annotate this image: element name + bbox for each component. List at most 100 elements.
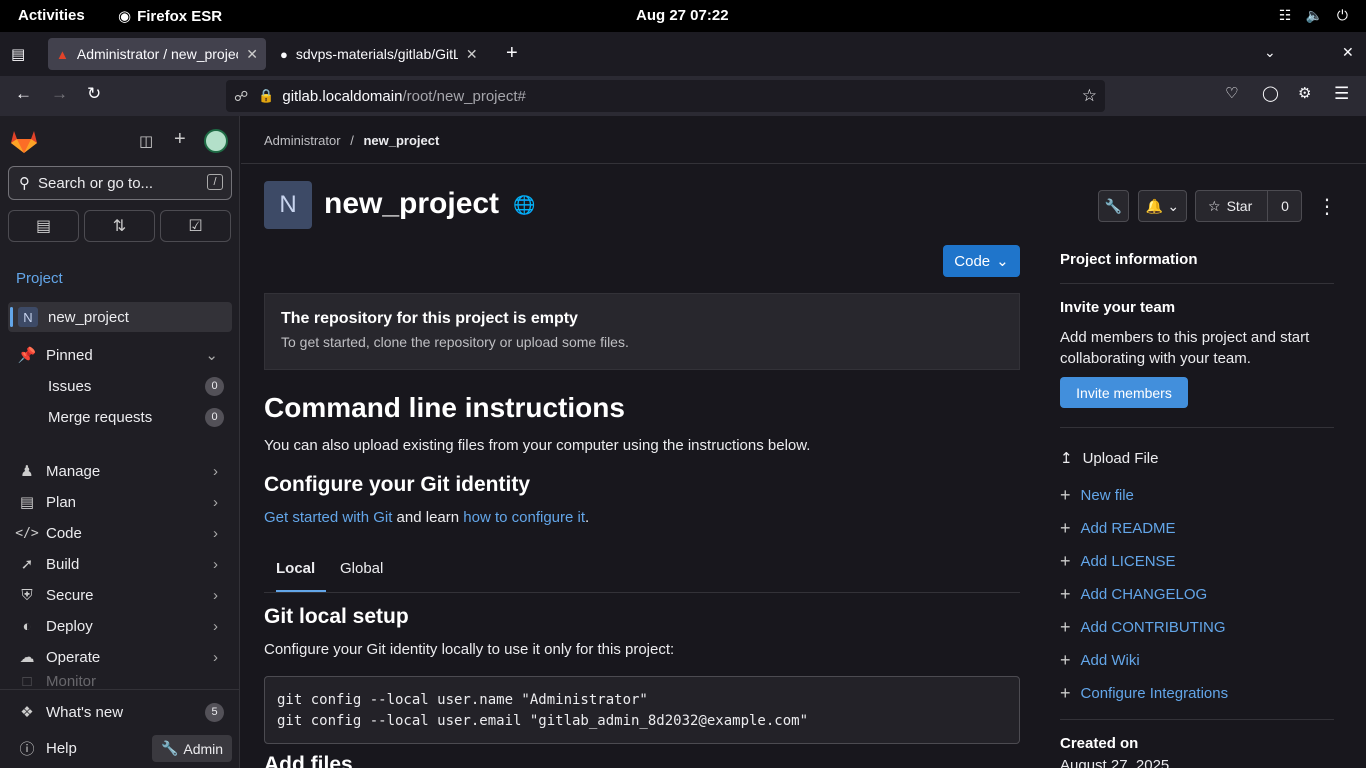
system-tray[interactable]: ☷ 🔈 ⏻ — [1279, 7, 1348, 24]
close-tab-icon[interactable]: ✕ — [246, 46, 258, 63]
user-avatar[interactable] — [204, 129, 228, 153]
reload-icon[interactable]: ↻ — [87, 84, 101, 104]
assigned-issues-button[interactable]: ▤ — [8, 210, 79, 242]
settings-button[interactable]: 🔧 — [1098, 190, 1129, 222]
created-on-label: Created on — [1060, 735, 1139, 752]
planning-icon: ▤ — [19, 494, 35, 511]
back-icon[interactable]: ← — [15, 84, 32, 104]
menu-icon[interactable]: ☰ — [1334, 84, 1349, 104]
get-started-link[interactable]: Get started with Git — [264, 509, 392, 526]
tab-github[interactable]: ● sdvps-materials/gitlab/GitLab ✕ — [272, 38, 490, 70]
sidebar-item-label: Manage — [46, 462, 101, 480]
sidebar-item-monitor[interactable]: □ Monitor — [8, 673, 232, 689]
action-label: Upload File — [1082, 449, 1159, 467]
create-new-icon[interactable]: + — [174, 128, 186, 151]
code-dropdown-button[interactable]: Code ⌄ — [943, 245, 1020, 277]
tab-global[interactable]: Global — [340, 560, 383, 577]
os-top-bar: Activities ◉ Firefox ESR Aug 27 07:22 ☷ … — [0, 0, 1366, 32]
code-button-label: Code — [954, 252, 991, 270]
tab-local[interactable]: Local — [276, 560, 315, 577]
bookmark-star-icon[interactable]: ☆ — [1082, 86, 1097, 106]
chevron-down-icon: ⌄ — [205, 347, 218, 364]
sidebar-item-issues[interactable]: Issues 0 — [8, 371, 232, 401]
todos-button[interactable]: ☑ — [160, 210, 231, 242]
active-indicator — [10, 307, 13, 327]
firefox-view-icon[interactable]: ▤ — [11, 45, 25, 63]
sidebar-item-label: Monitor — [46, 673, 97, 689]
search-input[interactable]: ⚲ Search or go to... / — [8, 166, 232, 200]
action-add-contributing[interactable]: + Add CONTRIBUTING — [1060, 617, 1226, 638]
action-configure-integrations[interactable]: + Configure Integrations — [1060, 683, 1228, 704]
forward-icon[interactable]: → — [51, 84, 68, 104]
sidebar-item-manage[interactable]: ♟ Manage › — [8, 456, 232, 486]
more-actions-icon[interactable]: ⋮ — [1317, 194, 1337, 219]
star-button[interactable]: ☆ Star 0 — [1195, 190, 1302, 222]
wrench-icon: 🔧 — [1104, 197, 1123, 214]
action-add-license[interactable]: + Add LICENSE — [1060, 551, 1176, 572]
action-new-file[interactable]: + New file — [1060, 485, 1134, 506]
invite-text: Add members to this project and start co… — [1060, 329, 1310, 367]
list-tabs-icon[interactable]: ⌄ — [1264, 44, 1276, 61]
star-icon: ☆ — [1208, 197, 1221, 214]
shield-icon[interactable]: ☍ — [234, 88, 248, 105]
sidebar-item-deploy[interactable]: ◐ Deploy › — [8, 611, 232, 641]
sidebar-item-pinned[interactable]: 📌 Pinned ⌄ — [8, 340, 232, 370]
question-icon: ⓘ — [19, 740, 35, 758]
gitlab-logo-icon[interactable] — [10, 128, 38, 154]
invite-members-button[interactable]: Invite members — [1060, 377, 1188, 408]
monitor-icon: □ — [22, 673, 32, 689]
action-label: Configure Integrations — [1080, 685, 1229, 702]
breadcrumb-current[interactable]: new_project — [363, 133, 439, 148]
action-add-wiki[interactable]: + Add Wiki — [1060, 650, 1140, 671]
bell-icon: 🔔 — [1145, 197, 1164, 214]
activities-button[interactable]: Activities — [18, 7, 85, 24]
action-add-changelog[interactable]: + Add CHANGELOG — [1060, 584, 1207, 605]
configure-link[interactable]: how to configure it — [463, 509, 585, 526]
whats-new-button[interactable]: ❖ What's new 5 — [8, 697, 232, 727]
upload-file-link[interactable]: ↥ Upload File — [1060, 449, 1159, 468]
lock-icon[interactable]: 🔒 — [258, 88, 274, 104]
extensions-icon[interactable]: ⚙ — [1298, 84, 1311, 102]
plus-icon: + — [1060, 584, 1071, 604]
sidebar-item-label: Help — [46, 739, 77, 757]
chevron-right-icon: › — [213, 648, 218, 666]
sidebar-item-merge-requests[interactable]: Merge requests 0 — [8, 402, 232, 432]
sidebar-item-code[interactable]: </> Code › — [8, 518, 232, 548]
plus-icon: + — [1060, 485, 1071, 505]
panel-divider — [1060, 719, 1334, 720]
new-tab-icon[interactable]: + — [506, 42, 518, 65]
sidebar-item-label: Operate — [46, 648, 101, 666]
admin-button[interactable]: 🔧 Admin — [152, 735, 232, 762]
notifications-button[interactable]: 🔔 ⌄ — [1138, 190, 1187, 222]
merge-requests-button[interactable]: ⇅ — [84, 210, 155, 242]
url-bar[interactable]: ☍ 🔒 gitlab.localdomain/root/new_project#… — [226, 80, 1105, 112]
clock[interactable]: Aug 27 07:22 — [636, 7, 729, 24]
app-name: Firefox ESR — [137, 7, 223, 25]
code-block[interactable]: git config --local user.name "Administra… — [264, 676, 1020, 744]
sidebar-item-label: Issues — [48, 377, 92, 395]
firefox-icon: ◉ — [118, 8, 132, 25]
app-menu[interactable]: ◉ Firefox ESR — [118, 7, 223, 26]
close-window-icon[interactable]: ✕ — [1342, 44, 1354, 61]
merge-request-icon: ⇅ — [112, 218, 127, 235]
sidebar-item-build[interactable]: ➚ Build › — [8, 549, 232, 579]
sidebar-item-label: Code — [46, 524, 82, 542]
section-label: Project — [16, 270, 63, 287]
sidebar-item-label: What's new — [46, 703, 124, 721]
empty-text: To get started, clone the repository or … — [281, 334, 629, 350]
search-icon: ⚲ — [19, 175, 30, 192]
star-count[interactable]: 0 — [1268, 198, 1302, 214]
tab-gitlab[interactable]: ▲ Administrator / new_project ✕ — [48, 38, 266, 70]
invite-title: Invite your team — [1060, 299, 1176, 316]
pocket-icon[interactable]: ♡ — [1225, 84, 1238, 102]
cli-text: You can also upload existing files from … — [264, 437, 811, 454]
sidebar-item-secure[interactable]: ⛨ Secure › — [8, 580, 232, 610]
sidebar-item-operate[interactable]: ☁ Operate › — [8, 642, 232, 672]
toggle-sidebar-icon[interactable]: ◫ — [139, 132, 153, 150]
breadcrumb-root[interactable]: Administrator — [264, 133, 341, 148]
sidebar-item-project[interactable]: N new_project — [8, 302, 232, 332]
action-add-readme[interactable]: + Add README — [1060, 518, 1176, 539]
account-icon[interactable]: ◯ — [1262, 84, 1279, 102]
sidebar-item-plan[interactable]: ▤ Plan › — [8, 487, 232, 517]
close-tab-icon[interactable]: ✕ — [466, 46, 478, 63]
